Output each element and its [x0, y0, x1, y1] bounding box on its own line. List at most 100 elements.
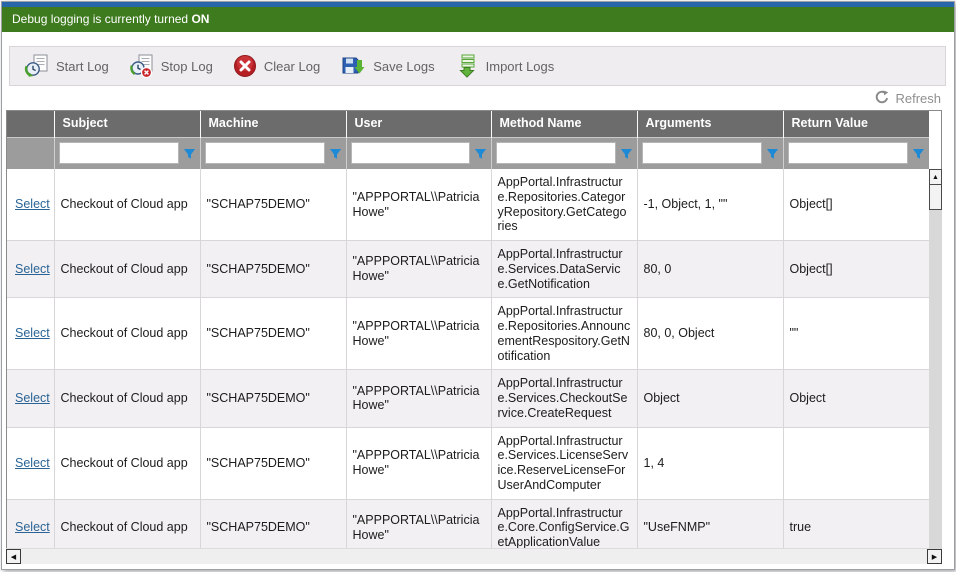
machine-cell: "SCHAP75DEMO" — [200, 499, 346, 548]
table-row: Select Checkout of Cloud app"SCHAP75DEMO"… — [6, 169, 929, 241]
machine-column-header[interactable]: Machine — [200, 110, 346, 137]
clear-log-button[interactable]: Clear Log — [225, 50, 332, 82]
subject-cell: Checkout of Cloud app — [54, 169, 200, 241]
scroll-left-button[interactable]: ◀ — [6, 549, 21, 564]
user-cell: "APPPORTAL\\PatriciaHowe" — [346, 427, 491, 499]
return-value-cell: true — [783, 499, 929, 548]
user-cell: "APPPORTAL\\PatriciaHowe" — [346, 169, 491, 241]
vertical-scroll-thumb[interactable] — [929, 185, 942, 210]
subject-column-header[interactable]: Subject — [54, 110, 200, 137]
refresh-button[interactable]: Refresh — [875, 90, 941, 107]
arguments-cell: -1, Object, 1, "" — [637, 169, 783, 241]
select-cell: Select — [6, 499, 54, 548]
select-cell: Select — [6, 370, 54, 427]
table-row: Select Checkout of Cloud app"SCHAP75DEMO"… — [6, 499, 929, 548]
method-cell: AppPortal.Infrastructure.Services.Checko… — [491, 370, 637, 427]
subject-cell: Checkout of Cloud app — [54, 370, 200, 427]
machine-cell: "SCHAP75DEMO" — [200, 370, 346, 427]
select-link[interactable]: Select — [15, 520, 50, 534]
start-log-button[interactable]: Start Log — [16, 50, 121, 82]
log-rows-viewport: SelectCheckout of Cloud app"SCHAP75DEMO"… — [6, 169, 929, 548]
debug-status-banner: Debug logging is currently turned ON — [2, 7, 954, 32]
return-value-filter-input[interactable] — [788, 142, 909, 164]
machine-cell: "SCHAP75DEMO" — [200, 427, 346, 499]
log-grid-header: Subject Machine User Method Name Argumen… — [6, 110, 929, 169]
subject-cell: Checkout of Cloud app — [54, 241, 200, 298]
return-value-cell: "" — [783, 298, 929, 370]
start-log-label: Start Log — [56, 59, 109, 74]
stop-log-button[interactable]: Stop Log — [121, 50, 225, 82]
select-link[interactable]: Select — [15, 262, 50, 276]
machine-filter-funnel-icon[interactable] — [329, 147, 342, 160]
subject-filter-funnel-icon[interactable] — [183, 147, 196, 160]
machine-cell: "SCHAP75DEMO" — [200, 241, 346, 298]
subject-filter-input[interactable] — [59, 142, 179, 164]
subject-cell: Checkout of Cloud app — [54, 298, 200, 370]
arguments-cell: 80, 0 — [637, 241, 783, 298]
user-cell: "APPPORTAL\\PatriciaHowe" — [346, 298, 491, 370]
horizontal-scrollbar[interactable]: ◀ ▶ — [6, 548, 942, 564]
method-cell: AppPortal.Infrastructure.Repositories.An… — [491, 298, 637, 370]
import-logs-button[interactable]: Import Logs — [447, 50, 567, 82]
log-rows: SelectCheckout of Cloud app"SCHAP75DEMO"… — [6, 169, 929, 548]
machine-cell: "SCHAP75DEMO" — [200, 298, 346, 370]
arguments-column-header[interactable]: Arguments — [637, 110, 783, 137]
arguments-filter-input[interactable] — [642, 142, 762, 164]
select-cell: Select — [6, 241, 54, 298]
method-cell: AppPortal.Infrastructure.Services.DataSe… — [491, 241, 637, 298]
clear-log-label: Clear Log — [264, 59, 320, 74]
refresh-row: Refresh — [875, 90, 941, 108]
select-link[interactable]: Select — [15, 326, 50, 340]
return-value-cell: Object[] — [783, 241, 929, 298]
filter-row — [6, 137, 929, 169]
log-toolbar: Start Log Stop Log — [9, 46, 946, 86]
method-name-filter-funnel-icon[interactable] — [620, 147, 633, 160]
arguments-cell: "UseFNMP" — [637, 499, 783, 548]
log-grid: Subject Machine User Method Name Argumen… — [6, 110, 942, 564]
return-value-column-header[interactable]: Return Value — [783, 110, 929, 137]
machine-cell: "SCHAP75DEMO" — [200, 169, 346, 241]
banner-text: Debug logging is currently turned — [12, 12, 188, 26]
return-value-cell: Object — [783, 370, 929, 427]
save-logs-button[interactable]: Save Logs — [332, 50, 446, 82]
method-cell: AppPortal.Infrastructure.Services.Licens… — [491, 427, 637, 499]
arguments-cell: 80, 0, Object — [637, 298, 783, 370]
vertical-scrollbar[interactable]: ▲ — [929, 169, 942, 548]
select-column-header — [6, 110, 54, 137]
user-cell: "APPPORTAL\\PatriciaHowe" — [346, 370, 491, 427]
arguments-cell: 1, 4 — [637, 427, 783, 499]
method-name-column-header[interactable]: Method Name — [491, 110, 637, 137]
user-cell: "APPPORTAL\\PatriciaHowe" — [346, 241, 491, 298]
stop-log-icon — [129, 54, 154, 78]
table-row: Select Checkout of Cloud app"SCHAP75DEMO"… — [6, 298, 929, 370]
return-value-filter-funnel-icon[interactable] — [912, 147, 925, 160]
user-column-header[interactable]: User — [346, 110, 491, 137]
method-name-filter-input[interactable] — [496, 142, 616, 164]
user-filter-input[interactable] — [351, 142, 470, 164]
scroll-right-button[interactable]: ▶ — [927, 549, 942, 564]
clear-log-icon — [233, 54, 257, 78]
method-cell: AppPortal.Infrastructure.Repositories.Ca… — [491, 169, 637, 241]
import-logs-label: Import Logs — [486, 59, 555, 74]
arguments-filter-funnel-icon[interactable] — [766, 147, 779, 160]
table-row: Select Checkout of Cloud app"SCHAP75DEMO"… — [6, 427, 929, 499]
subject-cell: Checkout of Cloud app — [54, 499, 200, 548]
import-logs-icon — [455, 54, 479, 78]
start-log-icon — [24, 54, 49, 78]
select-link[interactable]: Select — [15, 456, 50, 470]
select-link[interactable]: Select — [15, 197, 50, 211]
debug-log-window: Debug logging is currently turned ON Sta… — [1, 1, 955, 570]
machine-filter-input[interactable] — [205, 142, 325, 164]
user-filter-funnel-icon[interactable] — [474, 147, 487, 160]
return-value-cell — [783, 427, 929, 499]
select-cell: Select — [6, 169, 54, 241]
filter-spacer-cell — [6, 137, 54, 169]
scroll-up-button[interactable]: ▲ — [929, 169, 942, 185]
select-link[interactable]: Select — [15, 391, 50, 405]
save-logs-icon — [340, 54, 366, 78]
select-cell: Select — [6, 427, 54, 499]
log-rows-table: SelectCheckout of Cloud app"SCHAP75DEMO"… — [6, 169, 929, 548]
table-row: Select Checkout of Cloud app"SCHAP75DEMO"… — [6, 370, 929, 427]
banner-state: ON — [191, 12, 209, 26]
subject-cell: Checkout of Cloud app — [54, 427, 200, 499]
